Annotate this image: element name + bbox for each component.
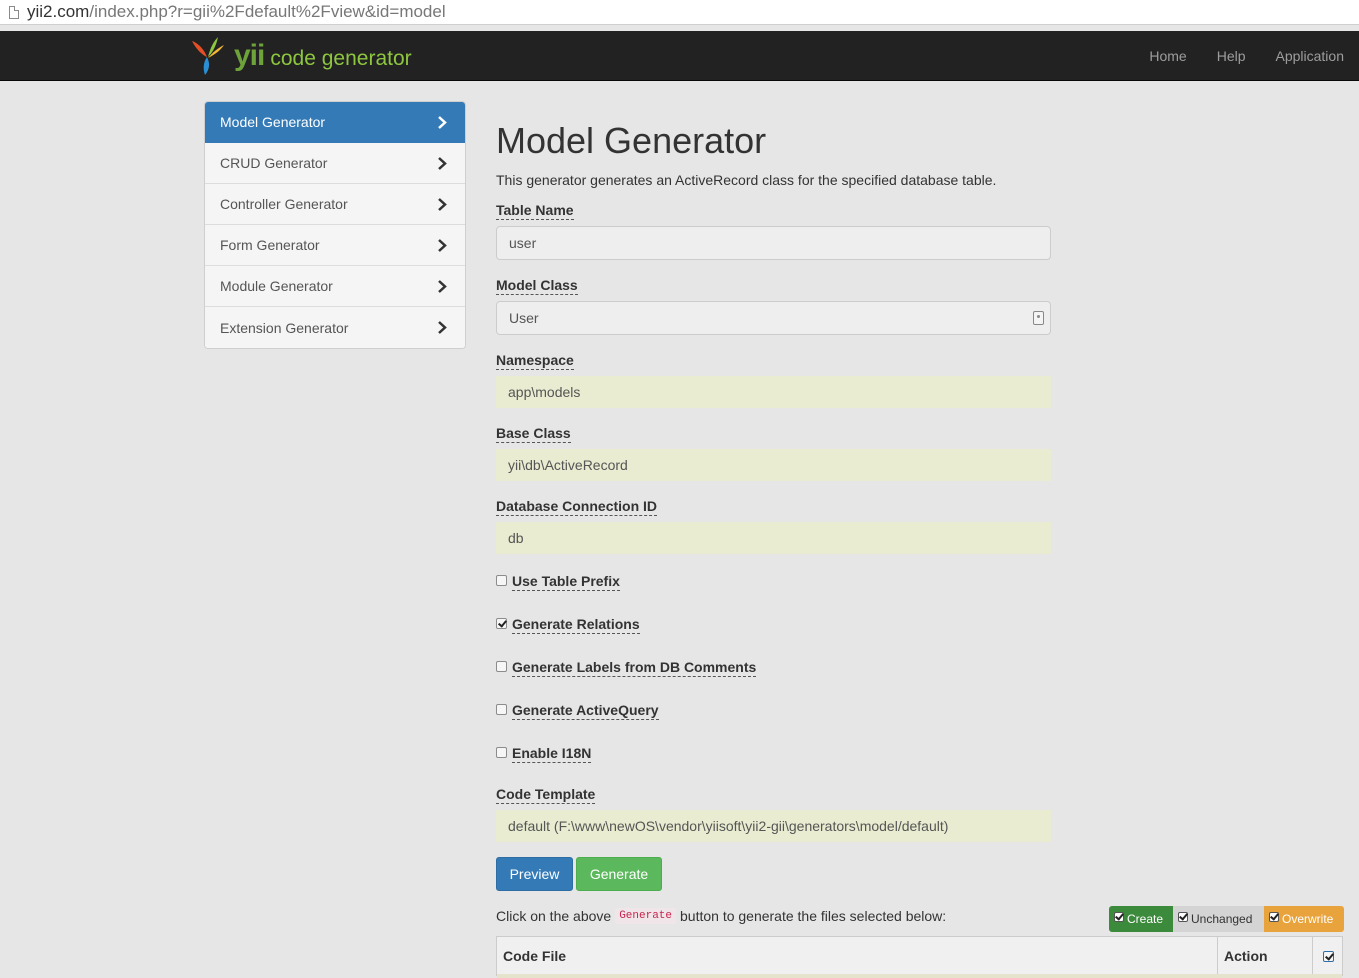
generate-activequery-checkbox[interactable] xyxy=(496,704,507,715)
model-class-label: Model Class xyxy=(496,277,578,295)
brand-name: yii xyxy=(234,39,264,73)
preview-button[interactable]: Preview xyxy=(496,857,573,891)
sidebar-item-label: Extension Generator xyxy=(220,320,348,336)
hint-code: Generate xyxy=(615,908,676,924)
chevron-right-icon xyxy=(436,321,449,334)
sidebar-item-form-generator[interactable]: Form Generator xyxy=(205,225,465,266)
url-host: yii2.com xyxy=(27,2,89,21)
generator-sidebar: Model Generator CRUD Generator Controlle… xyxy=(204,101,466,349)
code-template-label: Code Template xyxy=(496,786,595,804)
page-title: Model Generator xyxy=(496,120,766,162)
use-table-prefix-label: Use Table Prefix xyxy=(512,573,620,591)
sidebar-item-controller-generator[interactable]: Controller Generator xyxy=(205,184,465,225)
nav-home-link[interactable]: Home xyxy=(1134,31,1201,81)
sidebar-item-label: CRUD Generator xyxy=(220,155,327,171)
generate-relations-checkbox[interactable] xyxy=(496,618,507,629)
brand-subtitle: code generator xyxy=(270,47,411,71)
sidebar-item-label: Model Generator xyxy=(220,114,325,130)
base-class-input[interactable]: yii\db\ActiveRecord xyxy=(496,449,1051,481)
enable-i18n-option[interactable]: Enable I18N xyxy=(496,745,591,763)
hint-before: Click on the above xyxy=(496,908,611,924)
generate-relations-label: Generate Relations xyxy=(512,616,640,634)
sidebar-item-label: Controller Generator xyxy=(220,196,348,212)
sidebar-item-label: Module Generator xyxy=(220,278,333,294)
table-name-label: Table Name xyxy=(496,202,574,220)
checkbox-checked-icon xyxy=(1269,912,1279,922)
model-class-value: User xyxy=(509,310,539,326)
nav-links: Home Help Application xyxy=(1134,31,1359,81)
chevron-right-icon xyxy=(436,198,449,211)
table-name-input[interactable]: user xyxy=(496,226,1051,260)
namespace-input[interactable]: app\models xyxy=(496,376,1051,408)
file-status-legend: Create Unchanged Overwrite xyxy=(1109,906,1344,932)
sidebar-item-crud-generator[interactable]: CRUD Generator xyxy=(205,143,465,184)
namespace-value: app\models xyxy=(508,384,580,400)
sidebar-item-label: Form Generator xyxy=(220,237,320,253)
column-header-select-all[interactable] xyxy=(1312,937,1344,975)
checkbox-checked-icon xyxy=(1178,912,1188,922)
checkbox-checked-icon xyxy=(1114,912,1124,922)
hint-after: button to generate the files selected be… xyxy=(680,908,946,924)
generate-activequery-label: Generate ActiveQuery xyxy=(512,702,659,720)
brand-logo[interactable]: yii code generator xyxy=(188,35,412,77)
table-row-strip xyxy=(497,974,1342,978)
code-files-table: Code File Action xyxy=(496,936,1343,976)
db-connection-label: Database Connection ID xyxy=(496,498,657,516)
chevron-right-icon xyxy=(436,280,449,293)
namespace-label: Namespace xyxy=(496,352,574,370)
code-template-select[interactable]: default (F:\www\newOS\vendor\yiisoft\yii… xyxy=(496,810,1051,842)
db-connection-value: db xyxy=(508,530,524,546)
enable-i18n-checkbox[interactable] xyxy=(496,747,507,758)
nav-application-link[interactable]: Application xyxy=(1261,31,1359,81)
model-class-input[interactable]: User xyxy=(496,301,1051,335)
select-all-checkbox[interactable] xyxy=(1323,951,1334,962)
db-connection-input[interactable]: db xyxy=(496,522,1051,554)
url-text[interactable]: yii2.com/index.php?r=gii%2Fdefault%2Fvie… xyxy=(27,2,446,22)
autofill-contact-icon[interactable] xyxy=(1033,311,1044,325)
navbar: yii code generator Home Help Application xyxy=(0,31,1359,81)
sidebar-item-model-generator[interactable]: Model Generator xyxy=(205,102,465,143)
legend-create-toggle[interactable]: Create xyxy=(1109,906,1173,932)
chevron-right-icon xyxy=(436,239,449,252)
chevron-right-icon xyxy=(436,157,449,170)
generate-labels-option[interactable]: Generate Labels from DB Comments xyxy=(496,659,756,677)
generate-labels-label: Generate Labels from DB Comments xyxy=(512,659,756,677)
base-class-label: Base Class xyxy=(496,425,571,443)
generate-hint: Click on the above Generate button to ge… xyxy=(496,908,946,924)
generate-button[interactable]: Generate xyxy=(576,857,662,891)
address-bar[interactable]: yii2.com/index.php?r=gii%2Fdefault%2Fvie… xyxy=(0,0,1359,25)
legend-create-label: Create xyxy=(1127,912,1163,926)
legend-unchanged-toggle[interactable]: Unchanged xyxy=(1173,906,1264,932)
url-path: /index.php?r=gii%2Fdefault%2Fview&id=mod… xyxy=(89,2,445,21)
column-header-action[interactable]: Action xyxy=(1217,937,1312,975)
legend-unchanged-label: Unchanged xyxy=(1191,912,1252,926)
generate-relations-option[interactable]: Generate Relations xyxy=(496,616,640,634)
page-description: This generator generates an ActiveRecord… xyxy=(496,172,996,188)
base-class-value: yii\db\ActiveRecord xyxy=(508,457,628,473)
legend-overwrite-label: Overwrite xyxy=(1282,912,1333,926)
sidebar-item-extension-generator[interactable]: Extension Generator xyxy=(205,307,465,348)
table-name-value: user xyxy=(509,235,536,251)
enable-i18n-label: Enable I18N xyxy=(512,745,591,763)
chevron-right-icon xyxy=(436,116,449,129)
yii-logo-icon xyxy=(188,35,228,77)
use-table-prefix-checkbox[interactable] xyxy=(496,575,507,586)
legend-overwrite-toggle[interactable]: Overwrite xyxy=(1264,906,1344,932)
column-header-code-file[interactable]: Code File xyxy=(503,937,566,975)
generate-activequery-option[interactable]: Generate ActiveQuery xyxy=(496,702,659,720)
use-table-prefix-option[interactable]: Use Table Prefix xyxy=(496,573,620,591)
sidebar-item-module-generator[interactable]: Module Generator xyxy=(205,266,465,307)
nav-help-link[interactable]: Help xyxy=(1202,31,1261,81)
page-icon xyxy=(9,6,19,19)
generate-labels-checkbox[interactable] xyxy=(496,661,507,672)
code-template-value: default (F:\www\newOS\vendor\yiisoft\yii… xyxy=(508,818,948,834)
